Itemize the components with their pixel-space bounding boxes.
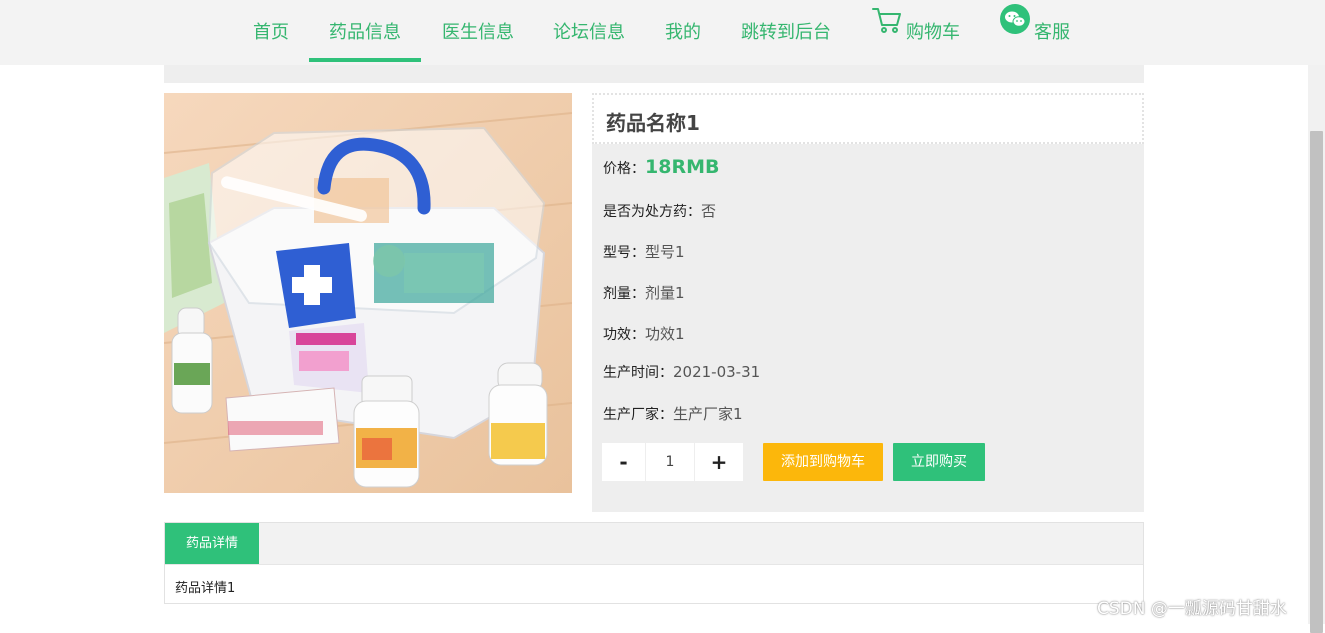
model-label: 型号： [603,245,645,261]
effect-value: 功效1 [645,325,685,343]
breadcrumb-band [164,65,1144,83]
page-scrollbar[interactable] [1308,65,1325,633]
price-label: 价格： [603,161,645,177]
top-nav: 首页 药品信息 医生信息 论坛信息 我的 跳转到后台 购物车 客服 [0,0,1325,65]
quantity-plus-button[interactable]: + [695,443,743,481]
prescription-value: 否 [701,202,717,220]
effect-label: 功效： [603,327,645,343]
price-value: 18RMB [645,156,720,178]
nav-service[interactable]: 客服 [1000,0,1070,65]
cart-icon [872,0,902,62]
product-details: 药品详情 药品详情1 [164,522,1144,604]
nav-home[interactable]: 首页 [253,0,289,65]
nav-forum-info[interactable]: 论坛信息 [553,0,625,65]
effect-row: 功效：功效1 [603,323,685,344]
nav-doctor-info[interactable]: 医生信息 [442,0,514,65]
quantity-input[interactable]: 1 [646,443,694,481]
price-row: 价格：18RMB [603,156,719,178]
nav-cart[interactable]: 购物车 [872,0,960,65]
add-to-cart-button[interactable]: 添加到购物车 [763,443,883,481]
product-image [164,93,572,493]
nav-service-label: 客服 [1034,22,1070,43]
nav-backend[interactable]: 跳转到后台 [741,0,831,65]
details-tab-bar: 药品详情 [165,523,1143,565]
production-date-label: 生产时间： [603,365,673,381]
nav-medicine-info[interactable]: 药品信息 [309,0,421,65]
dosage-value: 剂量1 [645,284,685,302]
product-title-box: 药品名称1 [592,93,1144,144]
dosage-label: 剂量： [603,286,645,302]
manufacturer-label: 生产厂家： [603,407,673,423]
production-date-value: 2021-03-31 [673,363,761,381]
nav-cart-label: 购物车 [906,22,960,43]
model-value: 型号1 [645,243,685,261]
product-info-panel: 药品名称1 价格：18RMB 是否为处方药：否 型号：型号1 剂量：剂量1 功效… [592,93,1144,512]
product-name: 药品名称1 [606,111,700,135]
wechat-icon [1000,0,1030,62]
nav-mine[interactable]: 我的 [665,0,701,65]
model-row: 型号：型号1 [603,241,685,262]
quantity-minus-button[interactable]: - [602,443,645,481]
prescription-row: 是否为处方药：否 [603,200,716,221]
dosage-row: 剂量：剂量1 [603,282,685,303]
details-content: 药品详情1 [175,581,236,596]
manufacturer-row: 生产厂家：生产厂家1 [603,403,743,424]
tab-medicine-details[interactable]: 药品详情 [165,523,259,564]
scrollbar-thumb[interactable] [1310,131,1323,633]
production-date-row: 生产时间：2021-03-31 [603,362,760,382]
buy-now-button[interactable]: 立即购买 [893,443,985,481]
manufacturer-value: 生产厂家1 [673,405,743,423]
watermark: CSDN @一瓢源码甘甜水 [1097,599,1287,619]
prescription-label: 是否为处方药： [603,204,701,220]
